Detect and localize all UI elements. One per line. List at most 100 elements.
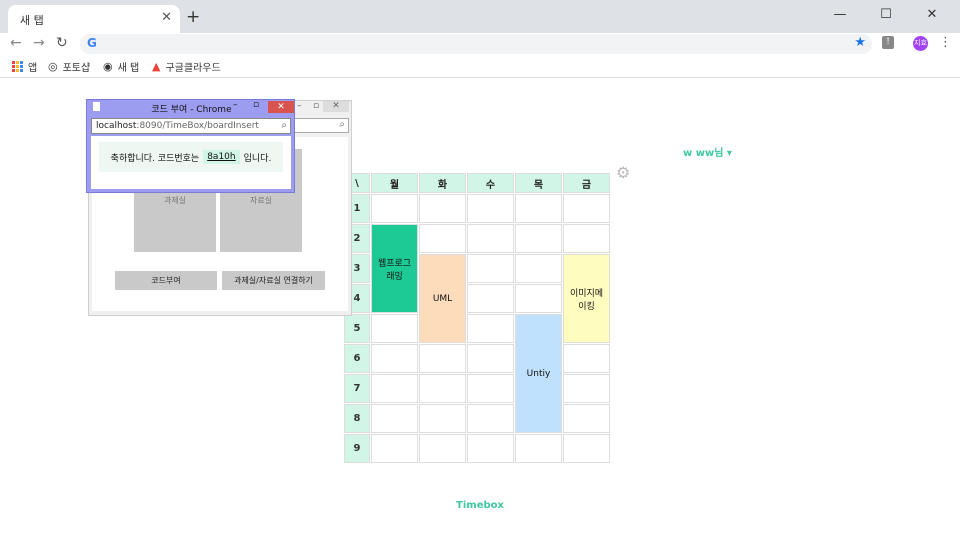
close-icon[interactable]: ✕ <box>268 101 294 113</box>
popup-url-bar[interactable]: localhost:8090/TimeBox/boardInsert ⌕ <box>91 118 291 134</box>
window-maximize-button[interactable]: ☐ <box>863 4 909 26</box>
bookmark-apps[interactable]: 앱 <box>12 59 37 74</box>
period-label: 9 <box>344 434 370 463</box>
timetable-cell[interactable] <box>515 434 562 463</box>
maximize-icon[interactable]: ▫ <box>313 101 319 111</box>
timetable-cell[interactable] <box>419 404 466 433</box>
timetable-cell[interactable] <box>371 344 418 373</box>
timetable-cell[interactable] <box>467 404 514 433</box>
timetable-cell[interactable] <box>371 434 418 463</box>
timetable-cell[interactable] <box>515 284 562 313</box>
timetable-cell[interactable] <box>371 194 418 223</box>
bookmark-label: 포토샵 <box>62 63 91 74</box>
minimize-icon[interactable]: – <box>297 101 302 111</box>
timetable-header-row: \ 월 화 수 목 금 <box>344 173 610 193</box>
back-icon[interactable]: ← <box>10 35 22 51</box>
bookmark-label: 앱 <box>28 63 38 74</box>
timetable-cell[interactable] <box>371 374 418 403</box>
period-label: 5 <box>344 314 370 343</box>
day-header: 월 <box>371 173 418 193</box>
timetable-cell[interactable] <box>467 194 514 223</box>
timetable-cell[interactable] <box>419 194 466 223</box>
timetable-cell[interactable] <box>371 404 418 433</box>
tab-bar: 새 탭 ✕ + — ☐ ✕ <box>0 0 960 33</box>
globe-icon: ◎ <box>48 60 58 73</box>
bookmark-star-icon[interactable]: ★ <box>854 35 866 50</box>
message-prefix: 축하합니다. 코드번호는 <box>110 153 200 164</box>
subject-block[interactable]: Untiy <box>515 314 562 433</box>
timetable-row: 8 <box>344 404 610 433</box>
url-host: localhost <box>96 121 137 131</box>
day-header: 화 <box>419 173 466 193</box>
timetable-cell[interactable] <box>467 374 514 403</box>
timetable-cell[interactable] <box>563 374 610 403</box>
user-menu[interactable]: w ww님 ▾ <box>683 144 732 159</box>
window-minimize-button[interactable]: — <box>817 4 863 26</box>
reload-icon[interactable]: ↻ <box>56 35 68 51</box>
forward-icon[interactable]: → <box>33 35 45 51</box>
maximize-icon[interactable]: ▫ <box>253 100 259 110</box>
timetable-cell[interactable] <box>563 434 610 463</box>
minimize-icon[interactable]: – <box>233 100 238 110</box>
search-icon: ⌕ <box>281 120 287 131</box>
window-title: 코드 부여 - Chrome <box>151 105 232 115</box>
globe-icon: ◉ <box>103 60 113 73</box>
timetable-cell[interactable] <box>467 284 514 313</box>
browser-menu-icon[interactable]: ⋮ <box>939 35 952 50</box>
footer-brand: Timebox <box>456 500 504 511</box>
address-bar[interactable]: G ★ <box>80 34 872 54</box>
timetable-cell[interactable] <box>467 314 514 343</box>
timetable-cell[interactable] <box>515 224 562 253</box>
timetable-row: 7 <box>344 374 610 403</box>
extension-icon[interactable]: ! <box>882 36 894 49</box>
message-suffix: 입니다. <box>243 153 272 164</box>
timetable-cell[interactable] <box>563 194 610 223</box>
apps-grid-icon <box>12 61 23 72</box>
timetable-cell[interactable] <box>563 224 610 253</box>
timetable-cell[interactable] <box>515 254 562 283</box>
assign-code-button[interactable]: 코드부여 <box>115 271 217 290</box>
day-header: 목 <box>515 173 562 193</box>
timetable-cell[interactable] <box>419 374 466 403</box>
timetable-cell[interactable] <box>467 224 514 253</box>
bookmark-google-cloud[interactable]: ▲ 구글클라우드 <box>152 59 221 74</box>
timetable-cell[interactable] <box>563 404 610 433</box>
bookmark-label: 새 탭 <box>117 63 140 74</box>
bookmark-new-tab[interactable]: ◉ 새 탭 <box>103 59 139 74</box>
code-assign-window: 코드 부여 - Chrome – ▫ localhost:8090/TimeBo… <box>86 99 295 193</box>
popup-body: 축하합니다. 코드번호는 8a10h 입니다. <box>91 136 291 189</box>
search-icon: ⌕ <box>339 119 345 130</box>
day-header: 수 <box>467 173 514 193</box>
period-label: 7 <box>344 374 370 403</box>
timetable-cell[interactable] <box>419 344 466 373</box>
timetable-cell[interactable] <box>563 344 610 373</box>
timetable-cell[interactable] <box>515 194 562 223</box>
window-close-button[interactable]: ✕ <box>909 4 955 26</box>
timetable-cell[interactable] <box>419 434 466 463</box>
timetable-cell[interactable] <box>467 434 514 463</box>
subject-block[interactable]: 이미지메 이킹 <box>563 254 610 343</box>
timetable-cell[interactable] <box>419 224 466 253</box>
code-value[interactable]: 8a10h <box>203 150 240 164</box>
subject-block[interactable]: 웹프로그 래밍 <box>371 224 418 313</box>
close-icon[interactable]: ✕ <box>323 101 349 112</box>
timetable-cell[interactable] <box>371 314 418 343</box>
period-label: 8 <box>344 404 370 433</box>
timetable-cell[interactable] <box>467 254 514 283</box>
cloud-icon: ▲ <box>152 60 161 73</box>
timetable-cell[interactable] <box>467 344 514 373</box>
tab-new-tab[interactable]: 새 탭 ✕ <box>8 5 180 33</box>
profile-avatar[interactable]: 지효 <box>913 36 928 51</box>
new-tab-button[interactable]: + <box>186 7 200 27</box>
period-label: 6 <box>344 344 370 373</box>
popup-url: localhost:8090/TimeBox/boardInsert <box>96 121 259 131</box>
day-header: 금 <box>563 173 610 193</box>
timetable: \ 월 화 수 목 금 1 2 웹프로그 래밍 3 UML 이미지메 이킹 4 5 Untiy 6… <box>343 172 611 464</box>
tab-title: 새 탭 <box>20 14 44 27</box>
subject-block[interactable]: UML <box>419 254 466 343</box>
bookmark-photoshop[interactable]: ◎ 포토샵 <box>48 59 90 74</box>
tab-close-icon[interactable]: ✕ <box>161 10 172 25</box>
gear-icon[interactable]: ⚙ <box>616 163 630 182</box>
link-rooms-button[interactable]: 과제실/자료실 연결하기 <box>222 271 325 290</box>
timetable-row: 9 <box>344 434 610 463</box>
